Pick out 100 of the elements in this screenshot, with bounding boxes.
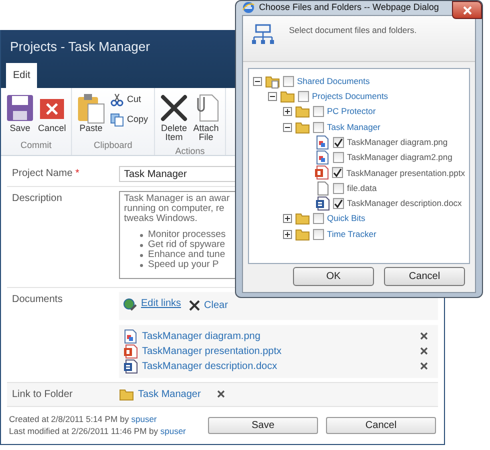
checkbox[interactable]: [298, 90, 309, 102]
close-icon: [462, 6, 472, 14]
ribbon-group-label: Commit: [20, 138, 52, 152]
description-text: running on computer, re: [124, 204, 226, 214]
file-name: TaskManager diagram2.png: [347, 151, 452, 164]
folder-link[interactable]: Task Manager: [327, 120, 380, 134]
folder-link[interactable]: Shared Documents: [297, 74, 370, 88]
checkbox[interactable]: [313, 106, 324, 118]
audit-text: Created at 2/8/2011 5:14 PM by spuser: [9, 412, 158, 426]
folder-link[interactable]: Task Manager: [138, 386, 201, 402]
paste-button[interactable]: Paste: [76, 90, 106, 138]
description-text: tweaks Windows.: [124, 214, 198, 224]
image-file-icon: [315, 134, 330, 150]
folder-link[interactable]: Projects Documents: [312, 90, 388, 103]
remove-icon: [420, 362, 428, 370]
checkbox[interactable]: [313, 122, 324, 133]
checkbox[interactable]: [333, 136, 344, 148]
page-title: Projects - Task Manager: [9, 38, 150, 56]
collapse-icon[interactable]: [268, 92, 277, 101]
cancel-button[interactable]: Cancel: [384, 266, 465, 286]
collapse-icon[interactable]: [283, 122, 292, 132]
attach-button[interactable]: Attach File: [191, 90, 222, 145]
edit-links-link[interactable]: Edit links: [123, 296, 190, 311]
ribbon-group-label: Clipboard: [92, 138, 134, 152]
expand-icon[interactable]: [283, 230, 292, 239]
instruction-text: Select document files and folders.: [289, 24, 417, 36]
checkbox[interactable]: [333, 182, 344, 194]
user-link[interactable]: spuser: [131, 414, 157, 424]
folder-icon: [295, 226, 310, 242]
folder-link[interactable]: Time Tracker: [327, 228, 376, 240]
folder-icon: [119, 386, 134, 402]
checkbox[interactable]: [313, 228, 324, 240]
cancel-button[interactable]: Cancel: [37, 90, 67, 138]
word-file-icon: [123, 358, 138, 374]
folder-icon: [280, 88, 295, 104]
hierarchy-icon: [251, 24, 275, 46]
image-file-icon: [123, 328, 138, 344]
cancel-button[interactable]: Cancel: [326, 416, 436, 434]
collapse-icon[interactable]: [253, 76, 262, 86]
checkbox[interactable]: [313, 213, 324, 224]
checkbox[interactable]: [283, 76, 294, 87]
field-label: Link to Folder: [12, 388, 73, 400]
image-file-icon: [315, 150, 330, 166]
file-link[interactable]: TaskManager description.docx: [142, 358, 416, 374]
checkbox[interactable]: [333, 198, 344, 210]
expand-icon[interactable]: [283, 214, 292, 224]
powerpoint-file-icon: [314, 165, 330, 180]
ribbon-group-label: Actions: [174, 144, 206, 158]
close-button[interactable]: [452, 1, 482, 19]
copy-icon: [110, 113, 124, 127]
check-icon: [334, 199, 343, 208]
bullet-text: Get rid of spyware: [148, 240, 226, 250]
folder-icon: [295, 104, 310, 120]
folder-link[interactable]: Quick Bits: [327, 212, 366, 226]
file-link[interactable]: TaskManager diagram.png: [142, 328, 416, 344]
bullet-text: Enhance and tune: [148, 250, 226, 260]
dialog-title: Choose Files and Folders -- Webpage Dialog: [259, 1, 439, 14]
x-mark-icon: [189, 300, 200, 310]
file-name: TaskManager diagram.png: [347, 136, 448, 149]
checkbox[interactable]: [333, 152, 344, 164]
bullet-icon: [140, 234, 143, 236]
check-icon: [333, 168, 342, 178]
delete-button[interactable]: Delete Item: [159, 90, 190, 145]
folder-icon: [295, 120, 310, 135]
clipboard-icon: [75, 92, 107, 124]
ribbon-tab[interactable]: Edit: [6, 63, 38, 88]
clear-button[interactable]: Clear: [189, 298, 236, 312]
check-icon: [334, 138, 343, 147]
remove-icon: [420, 347, 428, 355]
library-folder-icon: [265, 74, 280, 89]
field-label: Documents: [12, 294, 63, 305]
folder-icon: [295, 211, 310, 226]
description-text: Task Manager is an awar: [124, 194, 231, 204]
globe-pencil-icon: [123, 296, 137, 310]
field-label: Description: [12, 193, 62, 204]
bullet-icon: [140, 264, 143, 266]
ok-button[interactable]: OK: [293, 266, 374, 286]
copy-button[interactable]: Copy: [108, 110, 150, 130]
bullet-icon: [140, 244, 143, 246]
blank-file-icon: [315, 180, 330, 196]
remove-icon: [216, 390, 225, 398]
scissors-icon: [110, 93, 124, 107]
cut-button[interactable]: Cut: [108, 90, 150, 110]
file-name: TaskManager description.docx: [347, 197, 462, 210]
folder-link[interactable]: PC Protector: [327, 105, 376, 118]
save-button[interactable]: Save: [208, 416, 318, 434]
file-name: TaskManager presentation.pptx: [346, 166, 465, 180]
user-link[interactable]: spuser: [160, 426, 186, 436]
checkbox[interactable]: [332, 167, 344, 178]
text-field[interactable]: Task Manager: [119, 166, 235, 182]
file-name: file.data: [347, 182, 377, 195]
bullet-text: Monitor processes: [148, 230, 226, 240]
bullet-text: Speed up your P: [148, 260, 219, 270]
browser-icon: [242, 1, 255, 14]
audit-text: Last modified at 2/26/2011 11:46 PM by spuser: [9, 425, 186, 438]
required-mark: *: [74, 168, 80, 179]
word-file-icon: [315, 196, 330, 212]
save-button[interactable]: Save: [5, 90, 35, 138]
file-link[interactable]: TaskManager presentation.pptx: [142, 344, 416, 358]
expand-icon[interactable]: [283, 107, 292, 116]
